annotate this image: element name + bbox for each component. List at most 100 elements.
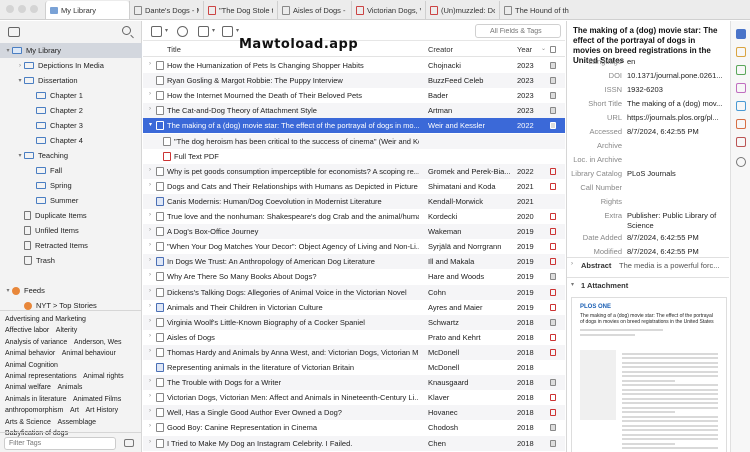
new-note-icon[interactable]: [198, 26, 209, 37]
expand-chevron-icon[interactable]: ›: [149, 257, 151, 263]
item-row[interactable]: › Well, Has a Single Good Author Ever Own…: [143, 405, 565, 421]
pdf-attachment-icon[interactable]: [550, 167, 556, 175]
tag-item[interactable]: Animal behaviour: [62, 350, 116, 357]
tag-item[interactable]: Animal welfare: [5, 384, 51, 391]
tag-item[interactable]: Alterity: [56, 327, 77, 334]
tab-2[interactable]: "The Dog Stole the: [203, 1, 277, 19]
item-row[interactable]: Ryan Gosling & Margot Robbie: The Puppy …: [143, 73, 565, 89]
item-row[interactable]: › In Dogs We Trust: An Anthropology of Am…: [143, 254, 565, 270]
new-item-icon[interactable]: [151, 26, 162, 37]
item-row[interactable]: › "When Your Dog Matches Your Decor": Obj…: [143, 239, 565, 254]
field-value[interactable]: 10.1371/journal.pone.0261...: [627, 71, 727, 80]
item-row[interactable]: › The Trouble with Dogs for a Writer Knaus…: [143, 375, 565, 391]
collection-item[interactable]: Chapter 1: [0, 88, 142, 103]
item-row[interactable]: Canis Modernis: Human/Dog Coevolution in…: [143, 193, 565, 209]
item-row[interactable]: "The dog heroism has been critical to th…: [143, 133, 565, 149]
item-row[interactable]: › I Tried to Make My Dog an Instagram Cel…: [143, 435, 565, 451]
expand-chevron-icon[interactable]: ›: [149, 303, 151, 309]
item-row[interactable]: › Virginia Woolf's Little-Known Biography…: [143, 314, 565, 330]
collection-item[interactable]: ▾ Feeds: [0, 283, 142, 298]
collection-item[interactable]: Chapter 4: [0, 133, 142, 148]
item-row[interactable]: › The Cat-and-Dog Theory of Attachment St…: [143, 103, 565, 119]
expand-chevron-icon[interactable]: ›: [149, 318, 151, 324]
expand-chevron-icon[interactable]: ›: [149, 61, 151, 67]
expand-chevron-icon[interactable]: ›: [149, 333, 151, 339]
tab-3[interactable]: Aisles of Dogs - Pra: [277, 1, 351, 19]
field-value[interactable]: The making of a (dog) mov...: [627, 99, 727, 108]
item-row[interactable]: › Dogs and Cats and Their Relationships w…: [143, 179, 565, 194]
collection-item[interactable]: Trash: [0, 253, 142, 268]
field-value[interactable]: Publisher: Public Library of Science: [627, 211, 727, 230]
item-row[interactable]: › Why Are There So Many Books About Dogs?…: [143, 269, 565, 284]
pdf-attachment-icon[interactable]: [550, 409, 556, 417]
collection-item[interactable]: Fall: [0, 163, 142, 178]
chevron-icon[interactable]: ▾: [16, 77, 24, 84]
field-value[interactable]: 1932-6203: [627, 85, 727, 94]
item-row[interactable]: › A Dog's Box-Office Journey Wakeman 2019: [143, 224, 565, 240]
item-row[interactable]: Representing animals in the literature o…: [143, 360, 565, 375]
search-icon[interactable]: [122, 26, 131, 35]
pdf-preview[interactable]: PLOS ONE The making of a (dog) movie sta…: [571, 297, 727, 452]
tag-item[interactable]: Advertising and Marketing: [5, 316, 86, 323]
collection-item[interactable]: Chapter 2: [0, 103, 142, 118]
pdf-attachment-icon[interactable]: [550, 333, 556, 341]
collection-item[interactable]: Summer: [0, 193, 142, 208]
snapshot-attachment-icon[interactable]: [550, 439, 556, 447]
expand-chevron-icon[interactable]: ›: [149, 288, 151, 294]
related-section-icon[interactable]: [736, 137, 746, 147]
field-value[interactable]: en: [627, 57, 727, 66]
tag-item[interactable]: Affective labor: [5, 327, 49, 334]
item-row[interactable]: › True love and the nonhuman: Shakespeare…: [143, 209, 565, 224]
tags-section-icon[interactable]: [736, 119, 746, 129]
tab-4[interactable]: Victorian Dogs, Vict: [351, 1, 425, 19]
year-column-header[interactable]: Year: [517, 45, 532, 54]
expand-chevron-icon[interactable]: ›: [149, 212, 151, 218]
pdf-attachment-icon[interactable]: [550, 303, 556, 311]
collection-item[interactable]: Duplicate Items: [0, 208, 142, 223]
zoom-window-button[interactable]: [30, 5, 38, 13]
tag-item[interactable]: Art History: [85, 407, 118, 414]
item-row[interactable]: ▾ The making of a (dog) movie star: The e…: [143, 118, 565, 134]
abstract-section[interactable]: › Abstract The media is a powerful forc.…: [567, 257, 729, 272]
field-value[interactable]: https://journals.plos.org/pl...: [627, 113, 727, 122]
tag-item[interactable]: Assemblage: [57, 419, 96, 426]
item-row[interactable]: › How the Internet Mourned the Death of T…: [143, 88, 565, 103]
tab-6[interactable]: The Hound of the B: [499, 1, 573, 19]
expand-chevron-icon[interactable]: ›: [149, 348, 151, 354]
expand-chevron-icon[interactable]: ▾: [149, 121, 152, 128]
snapshot-attachment-icon[interactable]: [550, 92, 556, 100]
expand-chevron-icon[interactable]: ›: [149, 182, 151, 188]
tag-item[interactable]: Animal rights: [83, 373, 123, 380]
expand-chevron-icon[interactable]: ›: [149, 106, 151, 112]
pdf-attachment-icon[interactable]: [550, 243, 556, 251]
pdf-attachment-icon[interactable]: [550, 182, 556, 190]
expand-chevron-icon[interactable]: ›: [149, 272, 151, 278]
tab-5[interactable]: (Un)muzzled: Dogs: [425, 1, 499, 19]
chevron-icon[interactable]: ▾: [16, 152, 24, 159]
chevron-icon[interactable]: ▾: [4, 47, 12, 54]
pdf-attachment-icon[interactable]: [550, 348, 556, 356]
pdf-attachment-icon[interactable]: [550, 213, 556, 220]
item-row[interactable]: › Animals and Their Children in Victorian…: [143, 300, 565, 315]
abstract-section-icon[interactable]: [736, 47, 746, 57]
expand-chevron-icon[interactable]: ›: [149, 167, 151, 173]
tag-item[interactable]: Animals in literature: [5, 396, 66, 403]
collection-item[interactable]: Spring: [0, 178, 142, 193]
attachments-section-icon[interactable]: [736, 65, 746, 75]
field-value[interactable]: 8/7/2024, 6:42:55 PM: [627, 233, 727, 242]
item-row[interactable]: › Thomas Hardy and Animals by Anna West, …: [143, 344, 565, 360]
add-by-identifier-icon[interactable]: [177, 26, 188, 37]
tag-item[interactable]: anthropomorphism: [5, 407, 63, 414]
item-row[interactable]: › Why is pet goods consumption impercepti…: [143, 163, 565, 179]
tab-1[interactable]: Dante's Dogs - Man: [129, 1, 203, 19]
chevron-icon[interactable]: ▾: [4, 287, 12, 294]
add-attachment-icon[interactable]: [222, 26, 233, 37]
tag-item[interactable]: Animal behavior: [5, 350, 55, 357]
expand-chevron-icon[interactable]: ›: [149, 408, 151, 414]
tag-item[interactable]: Animals: [57, 384, 82, 391]
item-row[interactable]: Full Text PDF: [143, 149, 565, 164]
tag-item[interactable]: Animated Films: [73, 396, 121, 403]
collection-item[interactable]: Chapter 3: [0, 118, 142, 133]
collection-item[interactable]: ▾ Dissertation: [0, 73, 142, 88]
collection-item[interactable]: ▾ My Library: [0, 43, 142, 58]
